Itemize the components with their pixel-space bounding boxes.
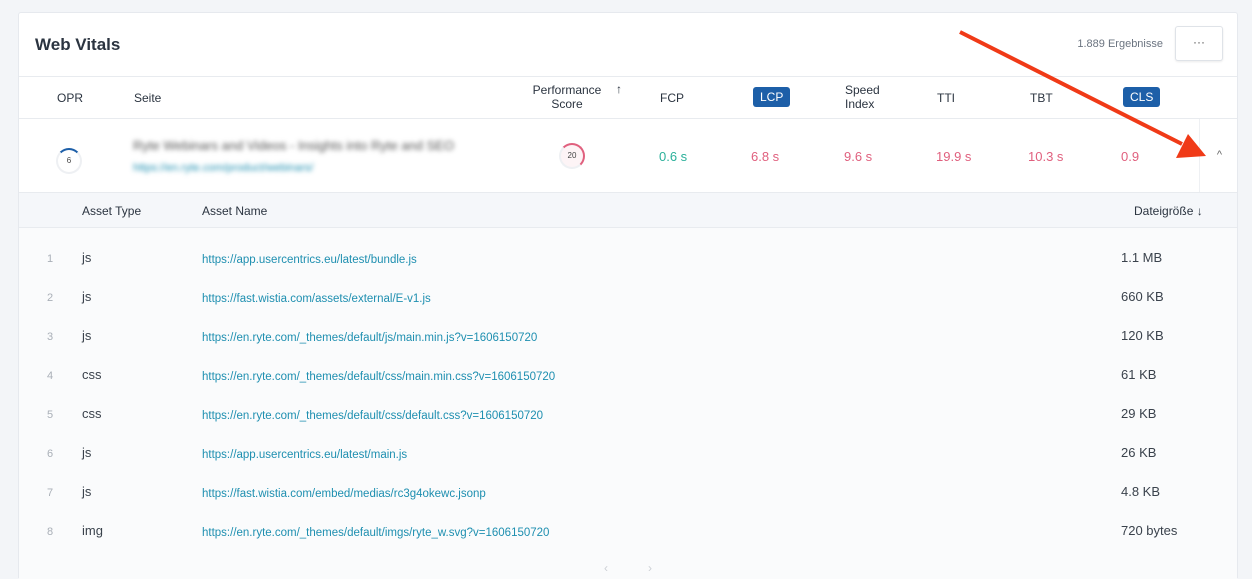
col-page[interactable]: Seite [134,91,161,105]
col-performance-score[interactable]: Performance Score [527,83,607,111]
asset-row: 8 img https://en.ryte.com/_themes/default/… [19,509,1237,548]
tbt-value: 10.3 s [1028,149,1064,164]
col-asset-name: Asset Name [202,204,268,218]
asset-size: 26 KB [1121,445,1157,460]
performance-score-indicator: 20 [559,143,585,169]
asset-type: js [82,484,92,499]
asset-type: js [82,250,92,265]
asset-index: 3 [47,331,54,343]
card-header: Web Vitals 1.889 Ergebnisse ··· [19,13,1237,77]
lcp-value: 6.8 s [751,149,780,164]
page-title: Ryte Webinars and Videos - Insights into… [133,138,455,153]
asset-row: 1 js https://app.usercentrics.eu/latest/bu… [19,236,1237,275]
assets-header: Asset Type Asset Name Dateigröße ↓ [19,193,1237,228]
asset-size: 660 KB [1121,289,1164,304]
asset-url[interactable]: https://en.ryte.com/_themes/default/css/… [202,371,555,383]
asset-row: 3 js https://en.ryte.com/_themes/default/j… [19,314,1237,353]
asset-type: js [82,328,92,343]
asset-index: 6 [47,448,54,460]
results-count: 1.889 Ergebnisse [1077,38,1163,50]
asset-type: js [82,445,92,460]
asset-url[interactable]: https://en.ryte.com/_themes/default/css/… [202,410,543,422]
asset-url[interactable]: https://fast.wistia.com/embed/medias/rc3… [202,488,486,500]
asset-type: css [82,406,102,421]
asset-size: 29 KB [1121,406,1157,421]
fcp-value: 0.6 s [659,149,688,164]
col-tbt[interactable]: TBT [1030,91,1053,105]
asset-type: css [82,367,102,382]
asset-row: 5 css https://en.ryte.com/_themes/default/… [19,392,1237,431]
table-row[interactable]: 6 Ryte Webinars and Videos - Insights in… [19,119,1237,193]
asset-index: 1 [47,253,54,265]
tti-value: 19.9 s [936,149,972,164]
asset-url[interactable]: https://en.ryte.com/_themes/default/imgs… [202,527,549,539]
asset-url[interactable]: https://en.ryte.com/_themes/default/js/m… [202,332,537,344]
asset-size: 720 bytes [1121,523,1178,538]
col-lcp[interactable]: LCP [753,87,791,107]
col-fcp[interactable]: FCP [660,91,684,105]
sort-asc-icon[interactable]: ↑ [616,82,622,96]
asset-row: 6 js https://app.usercentrics.eu/latest/ma… [19,431,1237,470]
page-url[interactable]: https://en.ryte.com/product/webinars/ [133,162,313,174]
opr-indicator: 6 [56,148,82,174]
asset-size: 120 KB [1121,328,1164,343]
col-cls[interactable]: CLS [1123,87,1161,107]
asset-index: 4 [47,370,54,382]
col-asset-type: Asset Type [82,204,142,218]
asset-type: js [82,289,92,304]
cls-value: 0.9 [1121,149,1140,164]
asset-type: img [82,523,103,538]
asset-size: 61 KB [1121,367,1157,382]
asset-size: 4.8 KB [1121,484,1161,499]
col-speed-index[interactable]: Speed Index [845,83,885,111]
assets-list: 1 js https://app.usercentrics.eu/latest/bu… [19,228,1237,579]
asset-row: 2 js https://fast.wistia.com/assets/extern… [19,275,1237,314]
asset-url[interactable]: https://fast.wistia.com/assets/external/… [202,293,431,305]
asset-url[interactable]: https://app.usercentrics.eu/latest/bundl… [202,254,417,266]
asset-index: 2 [47,292,54,304]
asset-row: 4 css https://en.ryte.com/_themes/default/… [19,353,1237,392]
asset-index: 8 [47,526,54,538]
web-vitals-card: Web Vitals 1.889 Ergebnisse ··· OPR Seit… [18,12,1238,579]
asset-url[interactable]: https://app.usercentrics.eu/latest/main.… [202,449,407,461]
col-file-size[interactable]: Dateigröße ↓ [1134,204,1203,218]
asset-row: 7 js https://fast.wistia.com/embed/medias/… [19,470,1237,509]
next-page-button[interactable]: › [648,561,652,575]
more-options-button[interactable]: ··· [1175,26,1223,61]
col-opr[interactable]: OPR [57,91,83,105]
col-tti[interactable]: TTI [937,91,955,105]
asset-index: 5 [47,409,54,421]
prev-page-button[interactable]: ‹ [604,561,608,575]
table-header: OPR Seite Performance Score ↑ FCP LCP Sp… [19,77,1237,119]
speed-index-value: 9.6 s [844,149,873,164]
collapse-chevron-icon[interactable]: ^ [1199,119,1239,192]
asset-size: 1.1 MB [1121,250,1163,265]
card-title: Web Vitals [35,35,121,54]
asset-index: 7 [47,487,54,499]
